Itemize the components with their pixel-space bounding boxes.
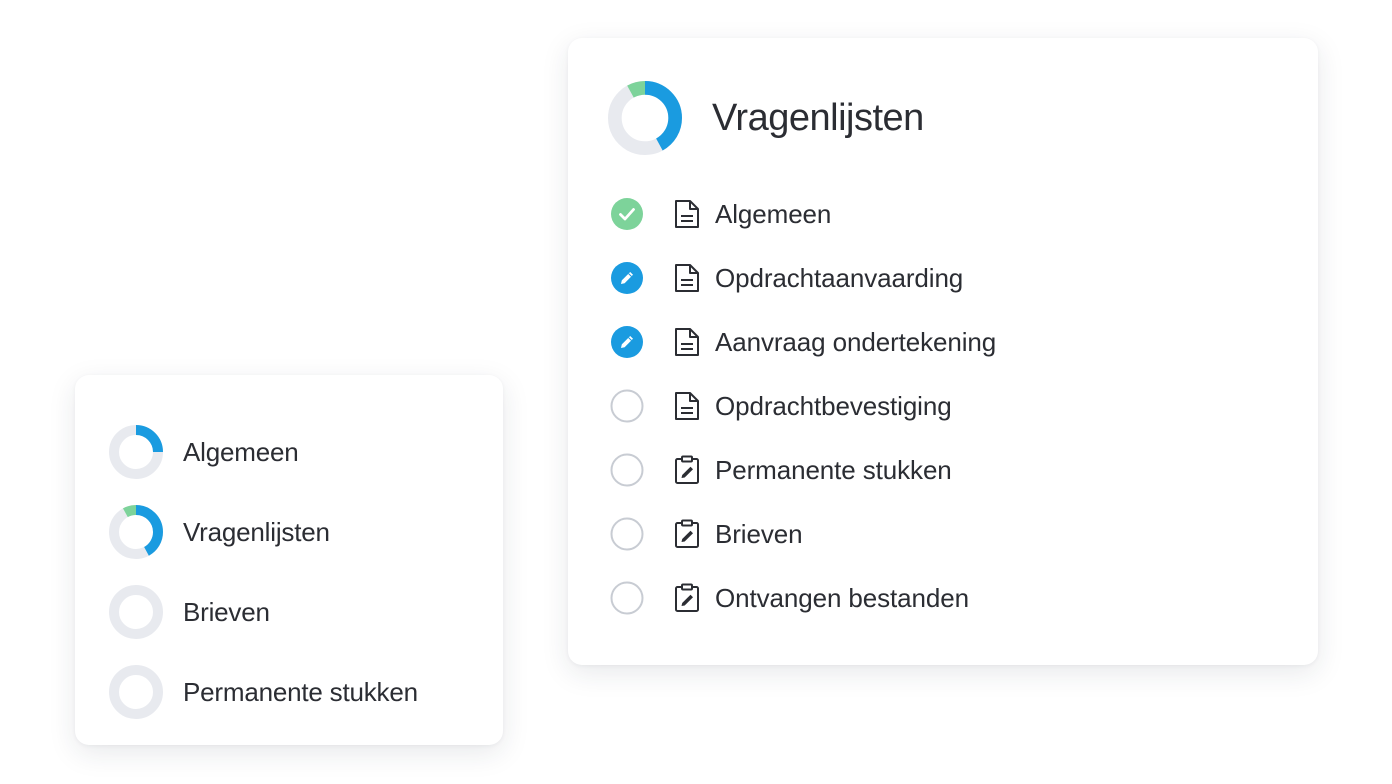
overview-item-label: Permanente stukken — [183, 676, 418, 707]
page-title: Vragenlijsten — [712, 96, 924, 139]
questionnaire-item-label: Opdrachtaanvaarding — [715, 262, 964, 293]
questionnaire-item-label: Brieven — [715, 518, 803, 549]
empty-circle-icon — [610, 517, 644, 551]
questionnaire-item-aanvraag-ondertekening[interactable]: Aanvraag ondertekening — [610, 310, 996, 374]
questionnaire-item-permanente-stukken[interactable]: Permanente stukken — [610, 438, 996, 502]
document-icon — [675, 200, 699, 228]
questionnaire-item-label: Aanvraag ondertekening — [715, 326, 997, 357]
progress-donut-icon — [109, 505, 163, 559]
questionnaires-card: Vragenlijsten Algemeen Opdrachtaanvaardi… — [568, 38, 1318, 665]
overview-item-brieven[interactable]: Brieven — [109, 572, 418, 652]
empty-circle-icon — [610, 453, 644, 487]
progress-donut-icon — [608, 81, 682, 155]
questionnaire-list: Algemeen Opdrachtaanvaarding Aanvraag on… — [610, 182, 996, 630]
overview-card: Algemeen Vragenlijsten Brieven Permanent… — [75, 375, 503, 745]
questionnaire-item-brieven[interactable]: Brieven — [610, 502, 996, 566]
questionnaire-item-opdrachtaanvaarding[interactable]: Opdrachtaanvaarding — [610, 246, 996, 310]
questionnaire-item-label: Algemeen — [715, 198, 832, 229]
overview-item-vragenlijsten[interactable]: Vragenlijsten — [109, 492, 418, 572]
questionnaire-item-opdrachtbevestiging[interactable]: Opdrachtbevestiging — [610, 374, 996, 438]
progress-donut-icon — [109, 585, 163, 639]
document-icon — [675, 328, 699, 356]
questionnaire-item-algemeen[interactable]: Algemeen — [610, 182, 996, 246]
overview-item-label: Vragenlijsten — [183, 516, 330, 547]
clipboard-edit-icon — [675, 519, 699, 548]
questionnaire-item-label: Permanente stukken — [715, 454, 952, 485]
pencil-icon — [611, 326, 643, 358]
overview-item-algemeen[interactable]: Algemeen — [109, 412, 418, 492]
progress-donut-icon — [109, 665, 163, 719]
empty-circle-icon — [610, 389, 644, 423]
progress-donut-icon — [109, 425, 163, 479]
empty-circle-icon — [610, 581, 644, 615]
overview-list: Algemeen Vragenlijsten Brieven Permanent… — [109, 412, 418, 732]
overview-item-label: Brieven — [183, 596, 270, 627]
clipboard-edit-icon — [675, 583, 699, 612]
overview-item-permanente-stukken[interactable]: Permanente stukken — [109, 652, 418, 732]
questionnaire-item-label: Opdrachtbevestiging — [715, 390, 952, 421]
clipboard-edit-icon — [675, 455, 699, 484]
document-icon — [675, 264, 699, 292]
overview-item-label: Algemeen — [183, 436, 299, 467]
questionnaire-item-ontvangen-bestanden[interactable]: Ontvangen bestanden — [610, 566, 996, 630]
check-icon — [611, 198, 643, 230]
questionnaire-item-label: Ontvangen bestanden — [715, 582, 969, 613]
pencil-icon — [611, 262, 643, 294]
document-icon — [675, 392, 699, 420]
questionnaires-header: Vragenlijsten — [608, 81, 924, 155]
